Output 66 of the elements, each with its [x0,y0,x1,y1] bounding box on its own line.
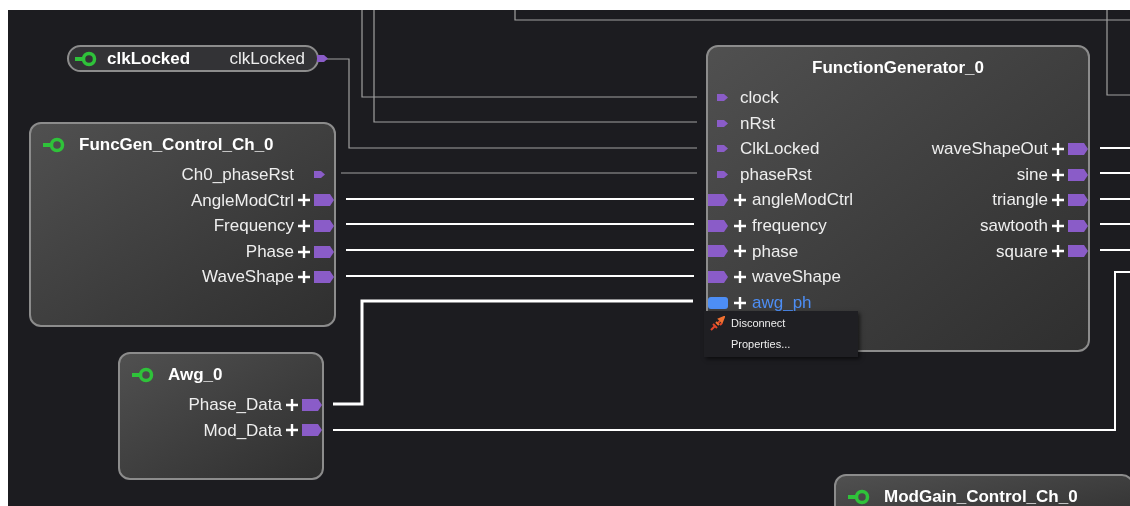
plus-icon[interactable] [1052,219,1064,232]
port-label: ClkLocked [740,138,820,161]
plus-icon[interactable] [286,398,298,411]
block-node[interactable]: FuncGen_Control_Ch_0 Ch0_phaseRst AngleModCtrl Frequency Phase WaveShape [29,122,336,327]
port-label: phase [752,240,799,263]
port-label: awg_ph [752,291,812,314]
node-title: ModGain_Control_Ch_0 [884,486,1078,506]
block-node[interactable]: ModGain_Control_Ch_0 [834,474,1130,506]
plus-icon[interactable] [734,296,746,309]
menu-item[interactable]: Properties... [704,334,858,355]
port-label: sine [1016,163,1048,186]
plus-icon[interactable] [734,245,746,258]
port-connector[interactable] [314,171,325,179]
port-label: Frequency [213,215,294,238]
port-label: frequency [752,215,827,237]
port-connector[interactable] [717,119,728,127]
port-label: phaseRst [740,163,812,186]
port-connector[interactable] [717,94,728,102]
port-label: clkLocked [229,47,305,70]
port-label: Mod_Data [203,419,282,442]
port-label: Ch0_phaseRst [181,164,294,187]
port-label: WaveShape [202,266,294,289]
node-title: clkLocked [107,47,191,70]
menu-item[interactable]: Disconnect [704,313,858,334]
port-label: angleModCtrl [752,189,854,212]
port-label: nRst [740,112,775,135]
plus-icon[interactable] [286,424,298,437]
port-connector[interactable] [717,145,728,153]
port-label: clock [740,87,779,110]
port-connector[interactable] [317,55,328,62]
block-node[interactable]: Awg_0 Phase_Data Mod_Data [118,352,324,480]
port-node[interactable]: clkLocked clkLocked [67,45,319,72]
plus-icon[interactable] [734,219,746,232]
plus-icon[interactable] [298,271,310,284]
port-label: sawtooth [979,215,1048,237]
port-connector[interactable] [708,219,728,232]
port-label: Phase_Data [188,394,282,417]
port-label: AngleModCtrl [191,189,294,212]
connector-icon [848,489,870,505]
node-title: Awg_0 [168,364,223,387]
port-connector[interactable] [708,296,728,309]
port-label: square [996,240,1048,263]
node-title: FuncGen_Control_Ch_0 [79,134,274,157]
port-connector[interactable] [717,171,728,179]
port-label: triangle [992,189,1048,212]
plus-icon[interactable] [1052,194,1064,207]
connector-icon [132,367,154,383]
plus-icon[interactable] [734,270,746,283]
plus-icon[interactable] [298,245,310,258]
port-connector[interactable] [708,194,728,207]
connector-icon [75,50,97,67]
plus-icon[interactable] [1052,245,1064,258]
node-title: FunctionGenerator_0 [812,57,984,80]
plus-icon[interactable] [298,220,310,232]
port-label: waveShapeOut [931,138,1048,161]
port-label: Phase [245,240,294,263]
plus-icon[interactable] [298,194,310,207]
unplug-icon [710,316,725,331]
connector-icon [43,137,65,153]
plus-icon[interactable] [1052,168,1064,181]
plus-icon[interactable] [734,194,746,207]
port-connector[interactable] [708,270,728,283]
port-label: waveShape [752,266,841,289]
wire[interactable] [514,9,1130,21]
port-connector[interactable] [708,245,728,258]
plus-icon[interactable] [1052,143,1064,155]
